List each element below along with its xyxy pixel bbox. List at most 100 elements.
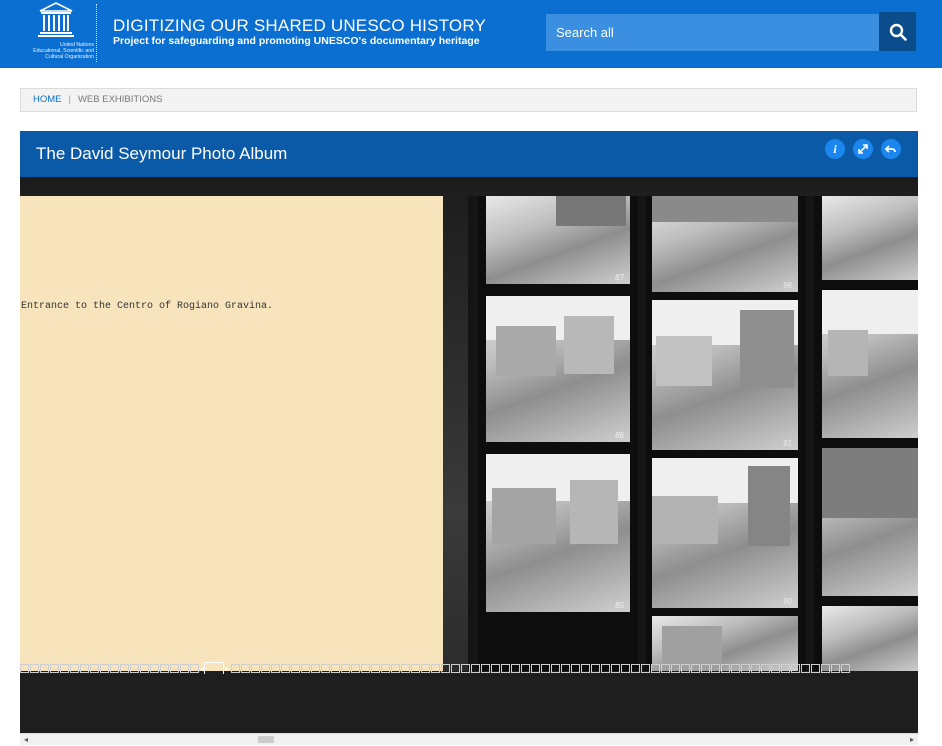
- page-thumbnail[interactable]: [711, 664, 721, 674]
- page-thumbnail[interactable]: [361, 664, 371, 674]
- page-thumbnail[interactable]: [170, 664, 179, 674]
- page-thumbnail[interactable]: [521, 664, 531, 674]
- page-thumbnail[interactable]: [461, 664, 471, 674]
- page-thumbnail[interactable]: [611, 664, 621, 674]
- page-thumbnail[interactable]: [571, 664, 581, 674]
- page-thumbnail[interactable]: [821, 664, 831, 674]
- page-thumbnail[interactable]: [321, 664, 331, 674]
- page-thumbnail[interactable]: [731, 664, 741, 674]
- page-thumbnail[interactable]: [631, 664, 641, 674]
- page-thumbnail[interactable]: [641, 664, 651, 674]
- page-thumbnail[interactable]: [391, 664, 401, 674]
- page-thumbnail[interactable]: [791, 664, 801, 674]
- page-thumbnail[interactable]: [381, 664, 391, 674]
- page-thumbnail[interactable]: [481, 664, 491, 674]
- page-thumbnail[interactable]: [561, 664, 571, 674]
- page-thumbnail[interactable]: [110, 664, 119, 674]
- page-thumbnail[interactable]: [70, 664, 79, 674]
- page-thumbnail[interactable]: [541, 664, 551, 674]
- page-thumbnail[interactable]: [841, 664, 851, 674]
- page-thumbnail[interactable]: [661, 664, 671, 674]
- page-thumbnail[interactable]: [471, 664, 481, 674]
- page-thumbnail[interactable]: [671, 664, 681, 674]
- current-page-thumbnail[interactable]: [204, 662, 225, 674]
- page-thumbnail[interactable]: [501, 664, 511, 674]
- page-thumbnail[interactable]: [241, 664, 251, 674]
- page-thumbnail[interactable]: [90, 664, 99, 674]
- page-thumbnail[interactable]: [40, 664, 49, 674]
- horizontal-scrollbar[interactable]: ◂ ▸: [20, 733, 918, 745]
- search-button[interactable]: [879, 12, 916, 51]
- page-thumbnail[interactable]: [20, 664, 29, 674]
- page-thumbnail[interactable]: [371, 664, 381, 674]
- page-thumbnail[interactable]: [140, 664, 149, 674]
- scrollbar-thumb[interactable]: [258, 736, 274, 743]
- page-thumbnail[interactable]: [621, 664, 631, 674]
- page-thumbnail[interactable]: [771, 664, 781, 674]
- page-thumbnail[interactable]: [551, 664, 561, 674]
- page-thumbnail[interactable]: [431, 664, 441, 674]
- page-thumbnail[interactable]: [511, 664, 521, 674]
- page-thumbnail[interactable]: [190, 664, 199, 674]
- triangle-right-icon[interactable]: ▸: [225, 664, 229, 673]
- page-thumbnail[interactable]: [231, 664, 241, 674]
- breadcrumb-home-link[interactable]: HOME: [33, 94, 62, 105]
- page-thumbnail[interactable]: [651, 664, 661, 674]
- page-thumbnail[interactable]: [271, 664, 281, 674]
- page-thumbnail[interactable]: [421, 664, 431, 674]
- site-title[interactable]: DIGITIZING OUR SHARED UNESCO HISTORY: [113, 16, 486, 36]
- page-thumbnail[interactable]: [691, 664, 701, 674]
- page-thumbnail[interactable]: [60, 664, 69, 674]
- unesco-logo[interactable]: United Nations Educational, Scientific a…: [14, 2, 98, 64]
- page-thumbnail[interactable]: [180, 664, 189, 674]
- page-thumbnail[interactable]: [491, 664, 501, 674]
- page-thumbnail[interactable]: [341, 664, 351, 674]
- page-thumbnail[interactable]: [331, 664, 341, 674]
- page-thumbnail[interactable]: [130, 664, 139, 674]
- scroll-left-arrow-icon[interactable]: ◂: [24, 735, 28, 744]
- page-thumbnail[interactable]: [761, 664, 771, 674]
- album-page-left[interactable]: Entrance to the Centro of Rogiano Gravin…: [20, 196, 443, 671]
- page-thumbnail[interactable]: [311, 664, 321, 674]
- page-thumbnail[interactable]: [701, 664, 711, 674]
- breadcrumb-current[interactable]: WEB EXHIBITIONS: [78, 94, 162, 105]
- fullscreen-button[interactable]: [853, 139, 873, 159]
- page-thumbnail[interactable]: [351, 664, 361, 674]
- page-thumbnail[interactable]: [831, 664, 841, 674]
- page-thumbnail[interactable]: [401, 664, 411, 674]
- page-thumbnail[interactable]: [721, 664, 731, 674]
- page-thumbnail[interactable]: [801, 664, 811, 674]
- page-thumbnail[interactable]: [100, 664, 109, 674]
- page-thumbnail[interactable]: [781, 664, 791, 674]
- unesco-temple-icon: [38, 2, 74, 37]
- thumbnail-navigation[interactable]: ◂ ▸: [20, 660, 918, 674]
- page-thumbnail[interactable]: [120, 664, 129, 674]
- page-thumbnail[interactable]: [291, 664, 301, 674]
- page-thumbnail[interactable]: [50, 664, 59, 674]
- page-thumbnail[interactable]: [451, 664, 461, 674]
- page-thumbnail[interactable]: [581, 664, 591, 674]
- page-thumbnail[interactable]: [531, 664, 541, 674]
- page-thumbnail[interactable]: [160, 664, 169, 674]
- page-thumbnail[interactable]: [441, 664, 451, 674]
- page-thumbnail[interactable]: [411, 664, 421, 674]
- page-thumbnail[interactable]: [751, 664, 761, 674]
- page-thumbnail[interactable]: [80, 664, 89, 674]
- page-thumbnail[interactable]: [591, 664, 601, 674]
- viewer-stage: Entrance to the Centro of Rogiano Gravin…: [20, 177, 918, 735]
- page-thumbnail[interactable]: [601, 664, 611, 674]
- page-thumbnail[interactable]: [251, 664, 261, 674]
- album-page-right[interactable]: 87 86 85 96 91 90: [468, 196, 918, 671]
- page-thumbnail[interactable]: [281, 664, 291, 674]
- search-input[interactable]: Search all: [546, 14, 880, 51]
- page-thumbnail[interactable]: [681, 664, 691, 674]
- page-thumbnail[interactable]: [811, 664, 821, 674]
- page-thumbnail[interactable]: [150, 664, 159, 674]
- back-button[interactable]: [881, 139, 901, 159]
- page-thumbnail[interactable]: [741, 664, 751, 674]
- page-thumbnail[interactable]: [261, 664, 271, 674]
- info-button[interactable]: i: [825, 139, 845, 159]
- scroll-right-arrow-icon[interactable]: ▸: [910, 735, 914, 744]
- page-thumbnail[interactable]: [301, 664, 311, 674]
- page-thumbnail[interactable]: [30, 664, 39, 674]
